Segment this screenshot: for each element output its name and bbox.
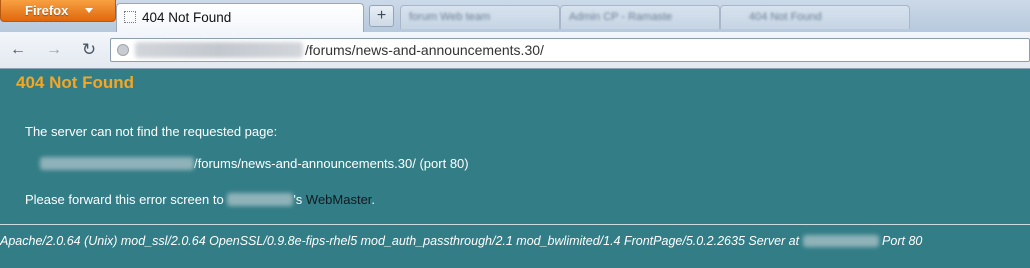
tab-strip: Firefox 404 Not Found + forum Web team A… xyxy=(0,0,1030,33)
tab-background-title: forum Web team xyxy=(409,11,491,23)
error-message: The server can not find the requested pa… xyxy=(25,124,278,139)
redacted-domain xyxy=(135,42,303,58)
reload-icon[interactable]: ↻ xyxy=(80,41,98,59)
server-port: Port 80 xyxy=(878,234,923,248)
requested-url-line: /forums/news-and-announcements.30/ (port… xyxy=(40,156,469,171)
tab-background-title: Admin CP - Ramaste xyxy=(569,11,673,23)
possessive-suffix: 's xyxy=(293,192,306,207)
tab-active[interactable]: 404 Not Found xyxy=(116,3,364,32)
port-note: (port 80) xyxy=(415,156,469,171)
forward-instruction: Please forward this error screen to 's W… xyxy=(25,192,375,207)
firefox-menu-label: Firefox xyxy=(25,3,69,18)
redacted-domain xyxy=(40,157,194,170)
server-signature-text: Apache/2.0.64 (Unix) mod_ssl/2.0.64 Open… xyxy=(0,234,803,248)
site-identity-icon[interactable] xyxy=(117,44,129,56)
server-signature: Apache/2.0.64 (Unix) mod_ssl/2.0.64 Open… xyxy=(0,234,922,248)
tab-background-title: 404 Not Found xyxy=(749,11,822,23)
tab-background-1[interactable]: forum Web team xyxy=(400,5,560,29)
divider xyxy=(0,224,1030,225)
redacted-domain xyxy=(227,193,294,206)
blank-page-icon xyxy=(124,11,136,23)
address-bar[interactable]: /forums/news-and-announcements.30/ xyxy=(110,38,1030,62)
url-path: /forums/news-and-announcements.30/ xyxy=(305,42,544,58)
tab-title: 404 Not Found xyxy=(142,10,232,25)
webmaster-link[interactable]: WebMaster xyxy=(306,192,372,207)
navigation-bar: ← → ↻ /forums/news-and-announcements.30/ xyxy=(0,32,1030,69)
redacted-domain xyxy=(802,235,879,247)
back-arrow-icon[interactable]: ← xyxy=(9,41,27,59)
tab-background-3[interactable]: 404 Not Found xyxy=(720,5,910,29)
new-tab-button[interactable]: + xyxy=(369,5,394,27)
requested-path: /forums/news-and-announcements.30/ xyxy=(194,156,416,171)
forward-arrow-icon[interactable]: → xyxy=(45,41,63,59)
trailing-period: . xyxy=(371,192,376,207)
page-title: 404 Not Found xyxy=(16,73,135,92)
forward-prefix: Please forward this error screen to xyxy=(25,192,228,207)
firefox-menu-button[interactable]: Firefox xyxy=(0,0,116,22)
tab-background-2[interactable]: Admin CP - Ramaste xyxy=(560,5,720,29)
error-page: 404 Not Found The server can not find th… xyxy=(0,69,1030,268)
chevron-down-icon xyxy=(85,8,93,13)
